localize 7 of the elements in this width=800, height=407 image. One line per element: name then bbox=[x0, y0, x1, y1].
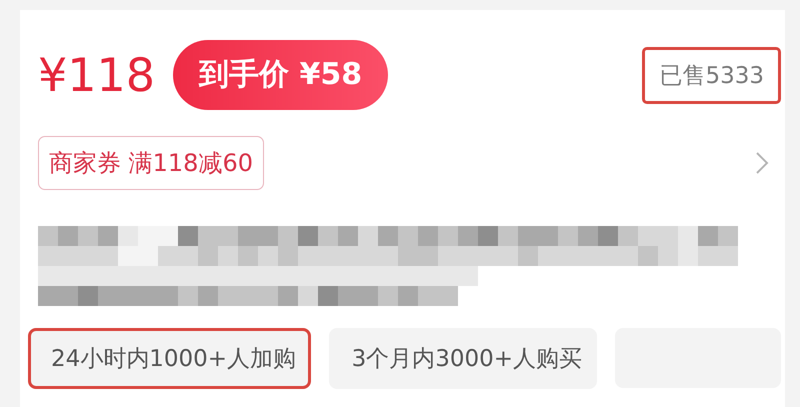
final-price-badge: 到手价 ¥58 bbox=[173, 40, 388, 110]
chevron-right-icon[interactable] bbox=[755, 151, 769, 175]
sold-count: 已售5333 bbox=[642, 46, 781, 104]
coupon-tag[interactable]: 商家券 满118减60 bbox=[38, 136, 264, 190]
feature-tag: 3个月内3000+人购买 bbox=[328, 328, 597, 389]
feature-tag: 24小时内1000+人加购 bbox=[28, 328, 311, 389]
price: ¥118 bbox=[38, 52, 156, 98]
